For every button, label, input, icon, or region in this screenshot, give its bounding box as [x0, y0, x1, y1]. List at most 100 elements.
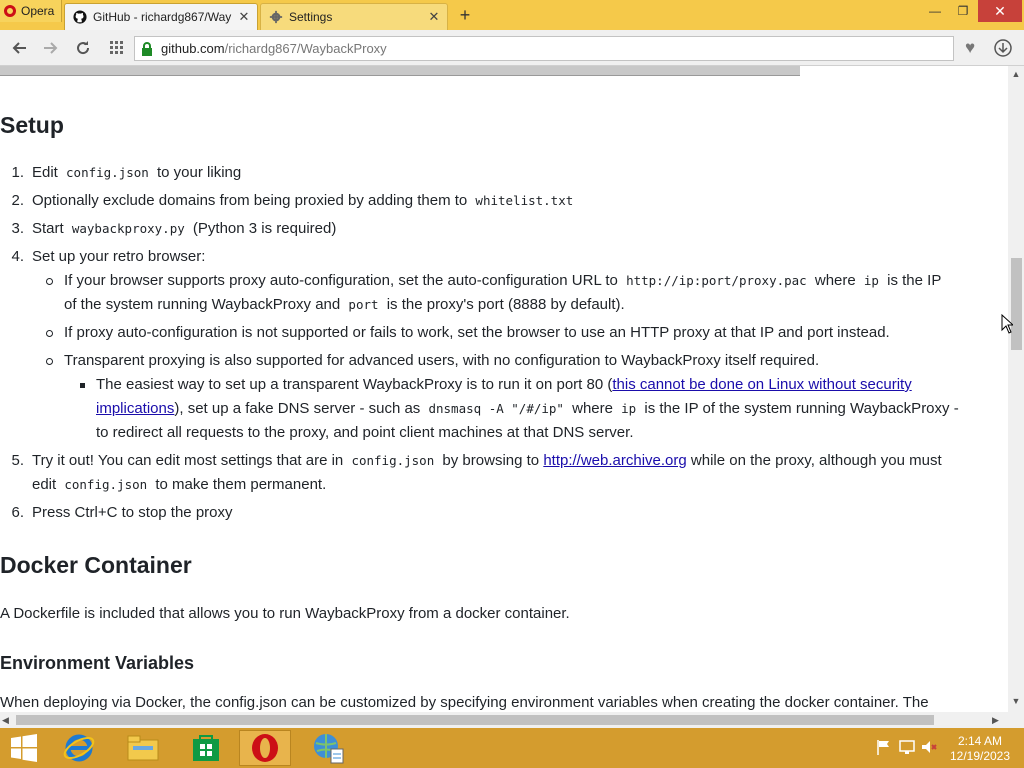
list-item: Transparent proxying is also supported f… [64, 352, 820, 369]
circle-bullet [46, 278, 53, 285]
bullet-text: where [814, 272, 856, 289]
tab-title: GitHub - richardg867/Way [93, 10, 232, 24]
bullet-text: is the proxy's port (8888 by default). [386, 296, 625, 313]
network-settings-icon[interactable] [303, 730, 355, 766]
tab-strip: Opera GitHub - richardg867/Way ✕ Setting… [0, 0, 1024, 30]
bullet-text: The easiest way to set up a transparent … [96, 376, 613, 393]
bullet-text: where [572, 400, 613, 417]
docker-heading: Docker Container [0, 552, 192, 578]
web-archive-link[interactable]: http://web.archive.org [543, 452, 686, 469]
list-number: 6. [11, 504, 24, 521]
opera-icon[interactable] [239, 730, 291, 766]
forward-icon[interactable] [39, 37, 61, 59]
action-center-flag-icon[interactable] [874, 738, 892, 756]
close-window-button[interactable]: ✕ [978, 0, 1022, 22]
store-icon[interactable] [180, 730, 232, 766]
list-item: Press Ctrl+C to stop the proxy [32, 504, 233, 521]
opera-menu-label: Opera [21, 4, 55, 18]
scroll-right-arrow-icon[interactable]: ▶ [992, 712, 1006, 728]
bullet-text: is the IP of the system running WaybackP… [644, 400, 959, 417]
code-snippet: port [348, 297, 379, 312]
step-text: (Python 3 is required) [192, 220, 337, 237]
list-item-continuation: to redirect all requests to the proxy, a… [96, 424, 634, 441]
download-icon[interactable] [992, 37, 1014, 59]
docker-paragraph: A Dockerfile is included that allows you… [0, 605, 570, 622]
opera-logo-icon [4, 5, 16, 17]
list-item-continuation: implications), set up a fake DNS server … [96, 400, 959, 417]
code-snippet: config.json [64, 477, 148, 492]
security-implications-link[interactable]: this cannot be done on Linux without sec… [612, 376, 911, 393]
list-number: 1. [11, 164, 24, 181]
speed-dial-icon[interactable] [106, 37, 128, 59]
code-snippet: waybackproxy.py [71, 221, 185, 236]
tab-close-icon[interactable]: ✕ [237, 9, 251, 25]
clock-date[interactable]: 12/19/2023 [940, 749, 1020, 763]
maximize-button[interactable]: ❐ [950, 0, 976, 22]
bullet-text: of the system running WaybackProxy and [64, 296, 341, 313]
step-text: to your liking [157, 164, 242, 181]
step-text: Try it out! You can edit most settings t… [32, 452, 344, 469]
bullet-text: ), set up a fake DNS server - such as [174, 400, 421, 417]
back-icon[interactable] [9, 37, 31, 59]
internet-explorer-icon[interactable] [53, 730, 105, 766]
scroll-up-arrow-icon[interactable]: ▲ [1008, 69, 1024, 83]
step-text: Start [32, 220, 64, 237]
tab-settings[interactable]: Settings ✕ [260, 3, 448, 30]
tab-close-icon[interactable]: ✕ [427, 9, 441, 25]
code-snippet: config.json [351, 453, 435, 468]
list-item-continuation: edit config.json to make them permanent. [32, 476, 326, 493]
browser-toolbar: github.com/richardg867/WaybackProxy ♥ [0, 30, 1024, 66]
code-snippet: whitelist.txt [475, 193, 574, 208]
new-tab-button[interactable]: + [455, 4, 475, 26]
horizontal-scrollbar[interactable]: ◀ ▶ [0, 712, 1008, 728]
github-icon [73, 10, 87, 24]
scroll-down-arrow-icon[interactable]: ▼ [1008, 696, 1024, 710]
url-path: /richardg867/WaybackProxy [224, 41, 387, 56]
windows-start-icon[interactable] [4, 730, 46, 766]
mouse-cursor-icon [1001, 314, 1013, 334]
list-number: 5. [11, 452, 24, 469]
address-bar[interactable]: github.com/richardg867/WaybackProxy [134, 36, 954, 61]
horizontal-scroll-thumb[interactable] [16, 715, 934, 725]
code-snippet: dnsmasq -A "/#/ip" [428, 401, 564, 416]
lock-icon [142, 41, 152, 56]
circle-bullet [46, 358, 53, 365]
windows-taskbar: 2:14 AM 12/19/2023 [0, 728, 1024, 768]
list-item: The easiest way to set up a transparent … [96, 376, 912, 393]
network-icon[interactable] [898, 738, 916, 756]
file-explorer-icon[interactable] [117, 730, 169, 766]
tab-title: Settings [289, 10, 333, 24]
system-tray [870, 738, 940, 758]
vertical-scroll-thumb[interactable] [1011, 258, 1022, 350]
code-snippet: config.json [66, 165, 149, 180]
minimize-button[interactable]: — [920, 0, 950, 22]
code-snippet: ip [863, 273, 879, 288]
bookmark-heart-icon[interactable]: ♥ [958, 37, 982, 59]
square-bullet [80, 383, 85, 388]
step-text: to make them permanent. [155, 476, 327, 493]
list-item: Start waybackproxy.py (Python 3 is requi… [32, 220, 336, 237]
list-item: If proxy auto-configuration is not suppo… [64, 324, 890, 341]
scroll-left-arrow-icon[interactable]: ◀ [2, 712, 16, 728]
tab-github[interactable]: GitHub - richardg867/Way ✕ [64, 3, 258, 30]
step-text: Edit [32, 164, 58, 181]
list-number: 4. [11, 248, 24, 265]
list-item-continuation: of the system running WaybackProxy and p… [64, 296, 625, 313]
setup-heading: Setup [0, 112, 64, 138]
circle-bullet [46, 330, 53, 337]
security-implications-link-cont[interactable]: implications [96, 400, 174, 417]
step-text: by browsing to [442, 452, 540, 469]
code-snippet: http://ip:port/proxy.pac [626, 273, 807, 288]
reload-icon[interactable] [72, 37, 94, 59]
url-host: github.com [161, 41, 225, 56]
vertical-scrollbar[interactable]: ▲ ▼ [1008, 66, 1024, 712]
volume-muted-icon[interactable] [920, 738, 938, 756]
clock-time[interactable]: 2:14 AM [940, 734, 1020, 748]
step-text: edit [32, 476, 57, 493]
environment-variables-heading: Environment Variables [0, 653, 195, 673]
screenshot-artifact-strip [0, 66, 800, 76]
step-text: Optionally exclude domains from being pr… [32, 192, 468, 209]
list-number: 3. [11, 220, 24, 237]
step-text: while on the proxy, although you must [690, 452, 942, 469]
opera-menu-button[interactable]: Opera [0, 0, 62, 22]
